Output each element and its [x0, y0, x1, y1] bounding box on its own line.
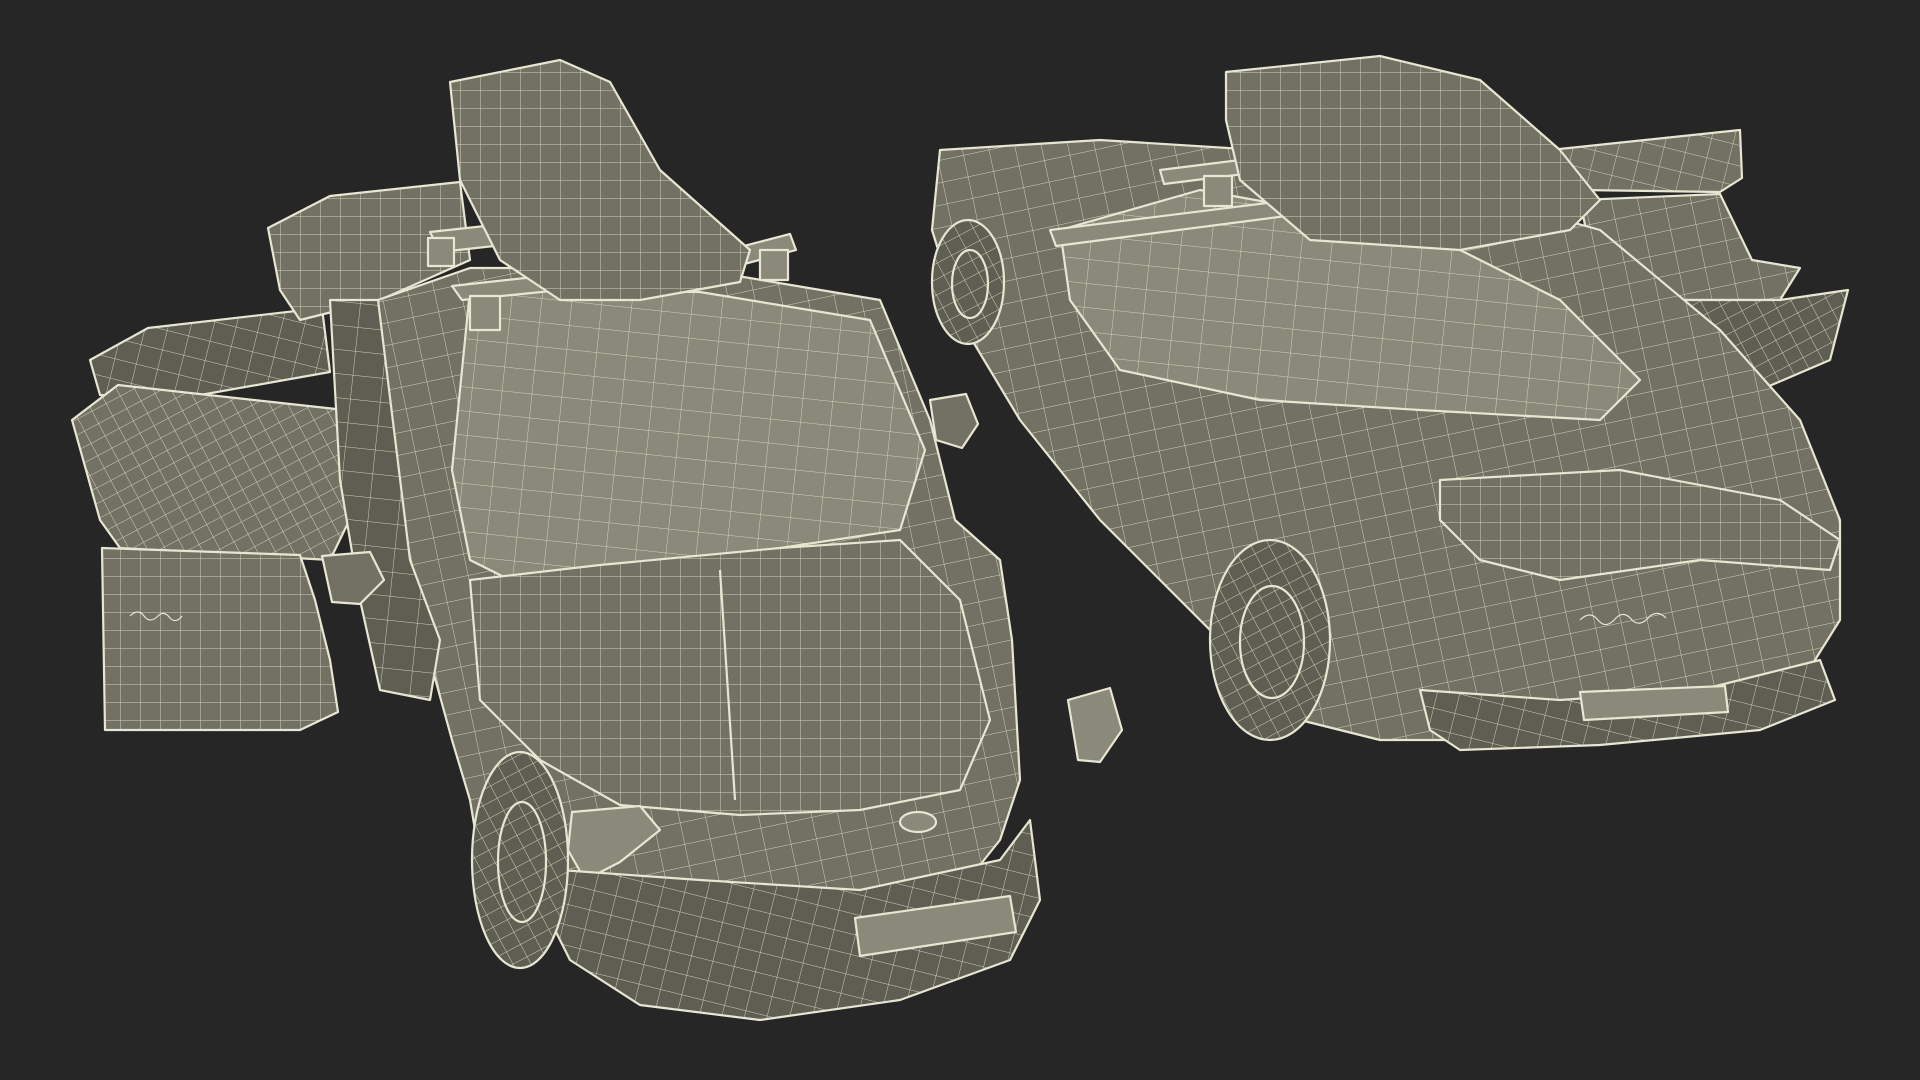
front-wheel-far	[930, 218, 1006, 346]
hood-emblem	[898, 810, 938, 834]
roof-cargo-box-front	[448, 58, 752, 302]
headlight-right	[1066, 686, 1124, 764]
side-mirror-right	[928, 392, 980, 450]
front-left-wheel	[470, 750, 570, 970]
rear-wheel-near	[1208, 538, 1332, 742]
car-model-rear-view	[930, 54, 1850, 752]
front-open-door-lower	[100, 546, 340, 732]
front-open-door-upper	[70, 383, 367, 562]
wireframe-render-canvas	[70, 54, 1850, 1022]
